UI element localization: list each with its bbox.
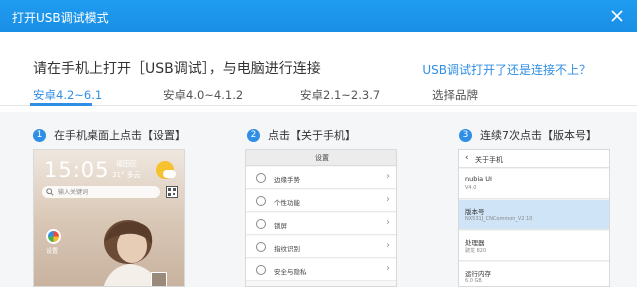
shield-icon <box>256 265 266 275</box>
step-1-heading: 1 在手机桌面上点击【设置】 <box>33 127 186 143</box>
tab-divider <box>0 105 637 106</box>
clock-time: 15:05 <box>44 158 110 182</box>
chevron-right-icon: › <box>386 217 390 228</box>
step-2-number: 2 <box>247 128 260 142</box>
page-heading: 请在手机上打开［USB调试］，与电脑进行连接 <box>33 61 321 77</box>
settings-app-icon[interactable] <box>46 229 61 244</box>
settings-row-label: 边缘手势 <box>274 176 300 184</box>
step-2-heading: 2 点击【关于手机】 <box>247 127 356 143</box>
search-icon <box>46 188 54 196</box>
photo-thumbnail <box>151 272 167 286</box>
gesture-icon <box>256 173 266 183</box>
settings-row-label: 指纹识别 <box>274 245 300 253</box>
chevron-right-icon: › <box>386 263 390 274</box>
about-item-value: 6.0 GB <box>465 278 482 284</box>
about-header: ‹ 关于手机 <box>459 150 609 168</box>
tab-android-2-1[interactable]: 安卓2.1~2.3.7 <box>300 87 380 103</box>
window-title: 打开USB调试模式 <box>12 11 109 25</box>
back-icon[interactable]: ‹ <box>465 153 469 163</box>
build-number-item[interactable]: 版本号 NX531J_CNCommon_V2.10 <box>459 200 609 230</box>
settings-row[interactable]: 锁屏 › <box>246 213 396 235</box>
chevron-right-icon: › <box>386 194 390 205</box>
settings-row-label: 锁屏 <box>274 222 287 230</box>
about-item-value: 骁龙 820 <box>465 248 487 254</box>
settings-row[interactable]: 边缘手势 › <box>246 167 396 189</box>
about-item-value: NX531J_CNCommon_V2.10 <box>465 216 533 222</box>
settings-row[interactable]: 安全与隐私 › <box>246 259 396 281</box>
fingerprint-icon <box>256 242 266 252</box>
step-1-text: 在手机桌面上点击【设置】 <box>54 129 186 142</box>
about-title: 关于手机 <box>475 156 503 164</box>
about-item-key: 运行内存 <box>465 270 491 278</box>
about-item-key: 版本号 <box>465 208 485 216</box>
about-item: 处理器 骁龙 820 <box>459 231 609 261</box>
step-1-number: 1 <box>33 128 46 142</box>
phone-home-screen: 15:05 福田区 31° 多云 输入关键词 设置 <box>33 149 185 287</box>
about-item-key: nubia UI <box>465 175 492 183</box>
about-item-key: 处理器 <box>465 239 485 247</box>
settings-row-label: 安全与隐私 <box>274 268 307 276</box>
step-3-text: 连续7次点击【版本号】 <box>480 129 597 142</box>
step-3-number: 3 <box>459 128 472 142</box>
about-item-value: V4.0 <box>465 185 477 191</box>
settings-row[interactable]: 指纹识别 › <box>246 236 396 258</box>
phone-settings-screen: 设置 边缘手势 › 个性功能 › 锁屏 › 指纹识别 › 安全与隐私 › <box>245 149 397 287</box>
lock-icon <box>256 219 266 229</box>
title-bar: 打开USB调试模式 <box>0 0 637 32</box>
step-2-text: 点击【关于手机】 <box>268 129 356 142</box>
settings-row-label: 个性功能 <box>274 199 300 207</box>
features-icon <box>256 196 266 206</box>
search-placeholder: 输入关键词 <box>58 189 89 196</box>
help-link[interactable]: USB调试打开了还是连接不上？ <box>422 61 591 78</box>
weather-cloud-icon <box>163 170 176 178</box>
tab-select-brand[interactable]: 选择品牌 <box>432 87 478 103</box>
chevron-right-icon: › <box>386 171 390 182</box>
close-icon[interactable] <box>607 6 627 26</box>
settings-row[interactable]: 个性功能 › <box>246 190 396 212</box>
phone-search-bar: 输入关键词 <box>42 186 160 198</box>
about-item: 运行内存 6.0 GB <box>459 262 609 286</box>
qr-scan-icon <box>166 186 178 198</box>
about-item: nubia UI V4.0 <box>459 169 609 199</box>
weather-city: 福田区 <box>116 160 137 168</box>
chevron-right-icon: › <box>386 240 390 251</box>
weather-temp: 31° 多云 <box>112 171 141 179</box>
active-tab-indicator <box>30 103 92 106</box>
settings-title: 设置 <box>246 150 396 166</box>
phone-about-screen: ‹ 关于手机 nubia UI V4.0 版本号 NX531J_CNCommon… <box>458 149 610 287</box>
settings-app-label: 设置 <box>46 248 59 255</box>
tab-android-4-0[interactable]: 安卓4.0~4.1.2 <box>163 87 243 103</box>
tab-android-4-2[interactable]: 安卓4.2~6.1 <box>33 87 102 103</box>
step-3-heading: 3 连续7次点击【版本号】 <box>459 127 597 143</box>
